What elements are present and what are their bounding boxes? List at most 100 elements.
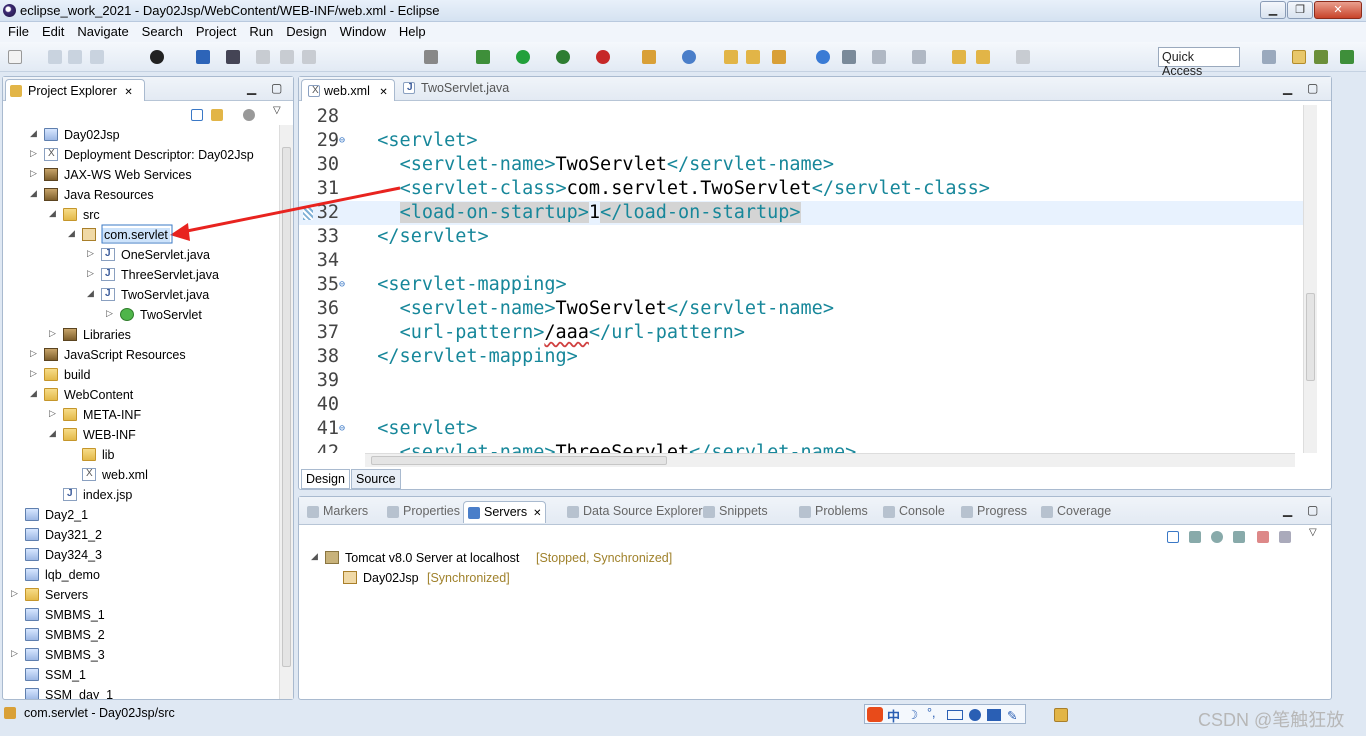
expand-toggle-icon[interactable]: ▷ bbox=[30, 369, 39, 378]
globe-icon[interactable] bbox=[816, 50, 830, 64]
debug-icon[interactable] bbox=[476, 50, 490, 64]
tab-markers[interactable]: Markers bbox=[303, 501, 372, 523]
back-icon[interactable] bbox=[976, 50, 990, 64]
step-icon[interactable] bbox=[424, 50, 438, 64]
editor-hscroll-thumb[interactable] bbox=[371, 456, 667, 465]
tab-design[interactable]: Design bbox=[301, 469, 350, 489]
keyboard-icon[interactable] bbox=[947, 710, 963, 720]
stop-server-icon[interactable] bbox=[1257, 531, 1269, 543]
tree-item[interactable]: ◢ WebContent bbox=[3, 385, 279, 405]
forward-icon[interactable] bbox=[1016, 50, 1030, 64]
tree-item[interactable]: ◢ src bbox=[3, 205, 279, 225]
focus-icon[interactable] bbox=[243, 109, 255, 121]
code-line[interactable]: 31 <servlet-class>com.servlet.TwoServlet… bbox=[299, 177, 1303, 201]
module-row[interactable]: Day02Jsp [Synchronized] bbox=[343, 568, 743, 588]
tree-scroll-thumb[interactable] bbox=[282, 147, 291, 667]
tree-item[interactable]: ▷ Libraries bbox=[3, 325, 279, 345]
tab-web-xml[interactable]: web.xml ✕ bbox=[301, 79, 395, 101]
prev-annotation-icon[interactable] bbox=[912, 50, 926, 64]
tree-item[interactable]: SSM_1 bbox=[3, 665, 279, 685]
minimize-button[interactable]: ▁ bbox=[1260, 1, 1286, 19]
fold-toggle-icon[interactable]: ⊖ bbox=[339, 129, 345, 153]
quick-access-input[interactable]: Quick Access bbox=[1158, 47, 1240, 78]
server-icon[interactable] bbox=[150, 50, 164, 64]
expand-toggle-icon[interactable] bbox=[68, 449, 77, 458]
expand-toggle-icon[interactable]: ▷ bbox=[11, 589, 20, 598]
tab-source[interactable]: Source bbox=[351, 469, 401, 489]
tree-item[interactable]: SMBMS_2 bbox=[3, 625, 279, 645]
next-annotation-icon[interactable] bbox=[872, 50, 886, 64]
code-area[interactable]: 28 29 ⊖ <servlet> 30 <servlet-name>TwoServl… bbox=[299, 105, 1303, 453]
code-line[interactable]: 32 <load-on-startup>1</load-on-startup> bbox=[299, 201, 1303, 225]
expand-toggle-icon[interactable]: ◢ bbox=[68, 229, 77, 238]
annotation-icon[interactable] bbox=[842, 50, 856, 64]
expand-toggle-icon[interactable]: ▷ bbox=[87, 269, 96, 278]
tab-console[interactable]: Console bbox=[879, 501, 949, 523]
tree-item[interactable]: ▷ Deployment Descriptor: Day02Jsp bbox=[3, 145, 279, 165]
expand-toggle-icon[interactable]: ▷ bbox=[30, 349, 39, 358]
server-row[interactable]: ◢ Tomcat v8.0 Server at localhost [Stopp… bbox=[309, 548, 809, 568]
expand-toggle-icon[interactable]: ◢ bbox=[30, 389, 39, 398]
expand-toggle-icon[interactable]: ▷ bbox=[49, 409, 58, 418]
open-type-icon[interactable] bbox=[724, 50, 738, 64]
expand-toggle-icon[interactable] bbox=[11, 529, 20, 538]
tree-item[interactable]: ▷ JavaScript Resources bbox=[3, 345, 279, 365]
skin-icon[interactable] bbox=[987, 709, 1001, 721]
code-line[interactable]: 38 </servlet-mapping> bbox=[299, 345, 1303, 369]
maximize-editor-icon[interactable]: ▢ bbox=[1307, 81, 1318, 95]
menu-edit[interactable]: Edit bbox=[34, 22, 69, 39]
tab-close-icon[interactable]: ✕ bbox=[124, 87, 132, 98]
editor-vscrollbar[interactable] bbox=[1303, 105, 1317, 453]
link-editor-icon[interactable] bbox=[211, 109, 223, 121]
expand-toggle-icon[interactable]: ▷ bbox=[106, 309, 115, 318]
debug-server-icon[interactable] bbox=[1189, 531, 1201, 543]
tree-item[interactable]: Day2_1 bbox=[3, 505, 279, 525]
code-line[interactable]: 41 ⊖ <servlet> bbox=[299, 417, 1303, 441]
code-line[interactable]: 36 <servlet-name>TwoServlet</servlet-nam… bbox=[299, 297, 1303, 321]
code-line[interactable]: 39 bbox=[299, 369, 1303, 393]
menu-project[interactable]: Project bbox=[188, 22, 241, 39]
menu-navigate[interactable]: Navigate bbox=[69, 22, 133, 39]
terminate-icon[interactable] bbox=[302, 50, 316, 64]
tab-servers[interactable]: Servers ✕ bbox=[463, 501, 547, 523]
start-server-icon[interactable] bbox=[1211, 531, 1223, 543]
ime-toolbar[interactable]: 中 ☽ °, ✎ bbox=[864, 704, 1026, 724]
tree-item[interactable]: ▷ SMBMS_3 bbox=[3, 645, 279, 665]
expand-toggle-icon[interactable]: ▷ bbox=[49, 329, 58, 338]
menu-help[interactable]: Help bbox=[391, 22, 431, 39]
expand-toggle-icon[interactable] bbox=[11, 509, 20, 518]
code-line[interactable]: 35 ⊖ <servlet-mapping> bbox=[299, 273, 1303, 297]
fold-toggle-icon[interactable]: ⊖ bbox=[339, 273, 345, 297]
minimize-panel-icon[interactable]: ▁ bbox=[1283, 503, 1292, 517]
debug-perspective-icon[interactable] bbox=[1340, 50, 1354, 64]
tab-problems[interactable]: Problems bbox=[795, 501, 872, 523]
expand-toggle-icon[interactable]: ▷ bbox=[87, 249, 96, 258]
editor-scroll-thumb[interactable] bbox=[1306, 293, 1315, 381]
collapse-all-icon[interactable] bbox=[191, 109, 203, 121]
collapse-all-icon[interactable] bbox=[1167, 531, 1179, 543]
tab-twoservlet-java[interactable]: TwoServlet.java bbox=[403, 81, 509, 95]
search-icon[interactable] bbox=[772, 50, 786, 64]
wrench-icon[interactable]: ✎ bbox=[1007, 708, 1017, 723]
maximize-view-icon[interactable]: ▢ bbox=[271, 81, 282, 95]
menu-file[interactable]: File bbox=[0, 22, 34, 39]
editor-hscrollbar[interactable] bbox=[365, 453, 1295, 467]
tree-item[interactable]: ▷ build bbox=[3, 365, 279, 385]
code-line[interactable]: 40 bbox=[299, 393, 1303, 417]
skip-breakpoints-icon[interactable] bbox=[226, 50, 240, 64]
console-icon[interactable] bbox=[196, 50, 210, 64]
expand-toggle-icon[interactable] bbox=[11, 609, 20, 618]
run-icon[interactable] bbox=[516, 50, 530, 64]
tab-data-source-explorer[interactable]: Data Source Explorer bbox=[563, 501, 707, 523]
expand-toggle-icon[interactable]: ▷ bbox=[30, 149, 39, 158]
menu-search[interactable]: Search bbox=[134, 22, 188, 39]
expand-toggle-icon[interactable] bbox=[11, 689, 20, 698]
code-line[interactable]: 28 bbox=[299, 105, 1303, 129]
tree-item[interactable]: ▷ META-INF bbox=[3, 405, 279, 425]
open-task-icon[interactable] bbox=[746, 50, 760, 64]
expand-toggle-icon[interactable]: ◢ bbox=[87, 289, 96, 298]
tree-item[interactable]: ◢ TwoServlet.java bbox=[3, 285, 279, 305]
tree-item[interactable]: ▷ OneServlet.java bbox=[3, 245, 279, 265]
menu-design[interactable]: Design bbox=[278, 22, 331, 39]
maximize-button[interactable]: ❐ bbox=[1287, 1, 1313, 19]
